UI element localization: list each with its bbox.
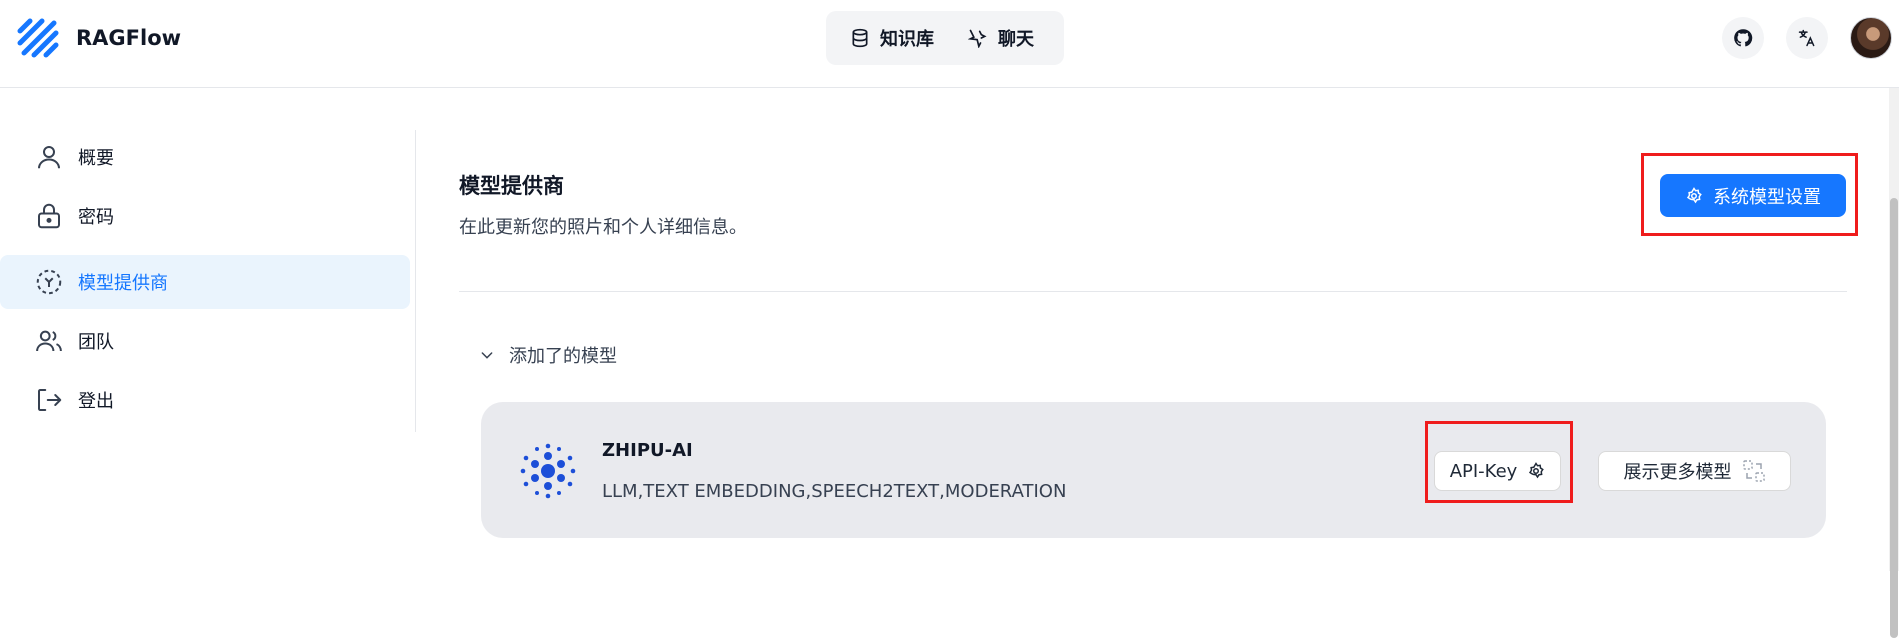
sidebar-item-label: 团队	[78, 332, 114, 353]
system-model-settings-label: 系统模型设置	[1713, 186, 1821, 208]
team-icon	[36, 330, 62, 352]
model-tags: LLM,TEXT EMBEDDING,SPEECH2TEXT,MODERATIO…	[602, 481, 1067, 502]
sidebar-item-label: 模型提供商	[78, 273, 168, 294]
chevron-down-icon	[481, 352, 493, 359]
sidebar-item-label: 登出	[78, 391, 114, 412]
added-models-label: 添加了的模型	[509, 346, 617, 367]
translate-icon	[1798, 29, 1815, 47]
system-model-settings-button[interactable]: 系统模型设置	[1660, 174, 1846, 217]
database-icon	[852, 28, 868, 48]
gear-icon	[1529, 462, 1545, 479]
lock-icon	[38, 203, 60, 229]
top-header: RAGFlow 知识库 聊天	[0, 0, 1899, 88]
main-nav: 知识库 聊天	[826, 11, 1064, 65]
sidebar-item-team[interactable]: 团队	[0, 314, 410, 368]
ragflow-logo[interactable]	[16, 17, 62, 63]
sidebar-item-label: 概要	[78, 148, 114, 169]
user-icon	[38, 146, 60, 169]
nav-chat[interactable]: 聊天	[954, 18, 1048, 58]
nav-chat-label: 聊天	[998, 29, 1034, 50]
expand-icon	[1742, 460, 1765, 482]
nav-knowledge-base[interactable]: 知识库	[836, 18, 948, 58]
show-more-models-label: 展示更多模型	[1623, 462, 1732, 483]
page-title: 模型提供商	[459, 174, 564, 198]
sidebar-item-overview[interactable]: 概要	[0, 130, 410, 184]
section-divider	[459, 291, 1847, 292]
zhipu-ai-logo	[520, 443, 576, 499]
language-button[interactable]	[1786, 17, 1828, 59]
sidebar-item-password[interactable]: 密码	[0, 189, 410, 243]
gear-icon	[1686, 186, 1702, 203]
model-name: ZHIPU-AI	[602, 440, 693, 461]
settings-sidebar: 概要 密码 模型提供商 团队 登出	[0, 130, 416, 432]
user-avatar[interactable]	[1850, 17, 1892, 59]
app-title: RAGFlow	[76, 26, 182, 50]
show-more-models-button[interactable]: 展示更多模型	[1598, 451, 1791, 491]
chat-sparkle-icon	[968, 29, 987, 48]
added-models-toggle[interactable]: 添加了的模型	[479, 342, 617, 368]
nav-knowledge-base-label: 知识库	[880, 29, 934, 50]
logout-icon	[38, 389, 62, 411]
api-key-button[interactable]: API-Key	[1434, 451, 1561, 491]
page-scrollbar[interactable]	[1889, 88, 1899, 638]
sidebar-item-logout[interactable]: 登出	[0, 373, 410, 427]
github-icon	[1734, 29, 1753, 47]
api-key-label: API-Key	[1449, 460, 1518, 482]
sidebar-item-model-providers[interactable]: 模型提供商	[0, 255, 410, 309]
page-description: 在此更新您的照片和个人详细信息。	[459, 217, 747, 238]
sidebar-item-label: 密码	[78, 207, 114, 228]
scrollbar-thumb[interactable]	[1890, 198, 1898, 638]
github-button[interactable]	[1722, 17, 1764, 59]
model-provider-icon	[36, 269, 62, 295]
